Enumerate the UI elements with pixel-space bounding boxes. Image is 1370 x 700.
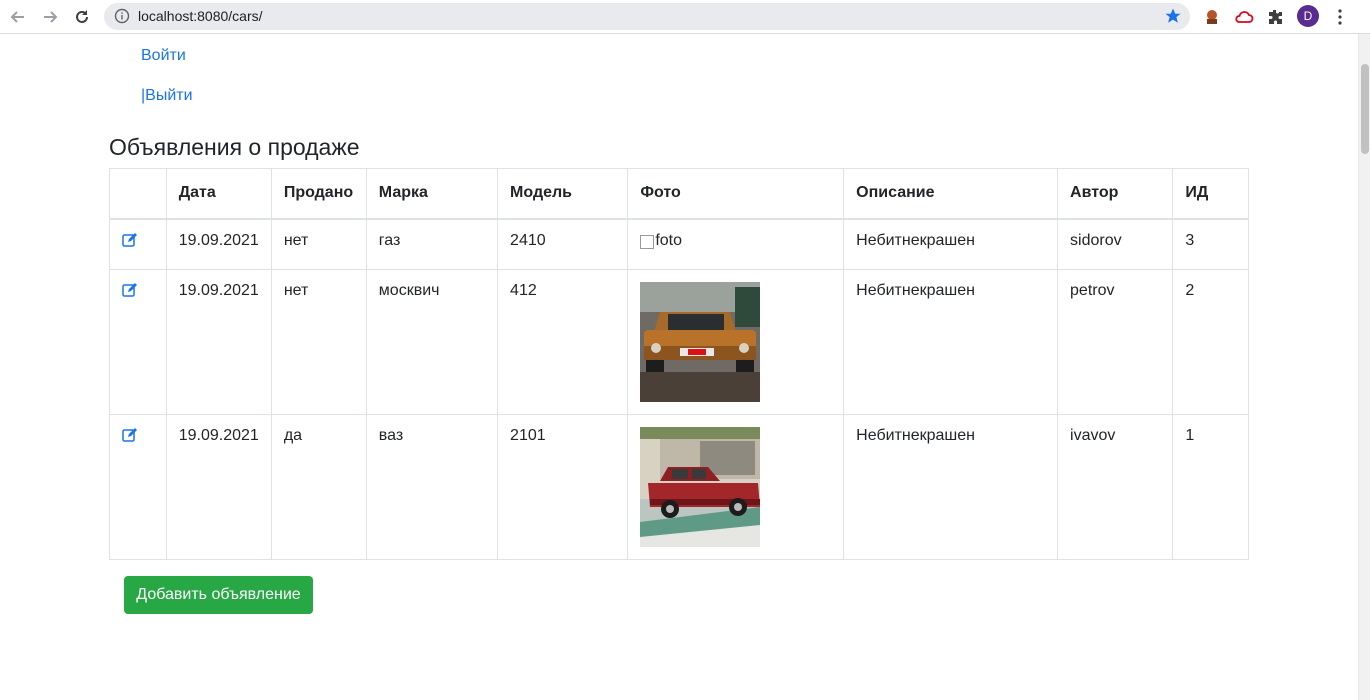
header-brand: Марка <box>365 168 499 220</box>
car-photo-orange <box>640 282 761 402</box>
address-bar[interactable]: localhost:8080/cars/ <box>104 3 1190 30</box>
description-cell: Небитнекрашен <box>843 218 1059 270</box>
model-cell: 2101 <box>497 414 629 560</box>
profile-avatar[interactable]: D <box>1297 5 1319 27</box>
car-photo-red <box>640 427 761 547</box>
extension-character-icon[interactable] <box>1201 6 1223 28</box>
header-author: Автор <box>1057 168 1174 220</box>
photo-cell <box>627 269 845 415</box>
description-cell: Небитнекрашен <box>843 269 1059 415</box>
url-text[interactable]: localhost:8080/cars/ <box>138 8 263 24</box>
sold-cell: нет <box>270 218 367 270</box>
table-header-row: Дата Продано Марка Модель Фото Описание … <box>109 168 1249 220</box>
header-date: Дата <box>165 168 272 220</box>
brand-cell: ваз <box>365 414 499 560</box>
brand-cell: москвич <box>365 269 499 415</box>
edit-icon[interactable] <box>122 427 138 443</box>
logout-link[interactable]: |Выйти <box>141 87 193 105</box>
logout-label[interactable]: Выйти <box>145 87 192 104</box>
photo-alt-text: foto <box>655 231 683 249</box>
scrollbar-thumb[interactable] <box>1361 64 1369 154</box>
edit-cell <box>109 218 167 270</box>
more-menu-icon[interactable] <box>1329 6 1351 28</box>
author-cell: sidorov <box>1057 218 1174 270</box>
info-icon[interactable] <box>114 8 130 24</box>
header-edit <box>109 168 167 220</box>
bookmark-star-icon[interactable] <box>1164 7 1182 25</box>
edit-icon[interactable] <box>122 282 138 298</box>
header-model: Модель <box>497 168 629 220</box>
back-icon[interactable] <box>6 5 30 29</box>
edit-cell <box>109 269 167 415</box>
brand-cell: газ <box>365 218 499 270</box>
page-title: Объявления о продаже <box>109 134 360 160</box>
description-cell: Небитнекрашен <box>843 414 1059 560</box>
table-row: 19.09.2021 нет газ 2410 foto Небитнекраш… <box>109 218 1249 270</box>
author-cell: ivavov <box>1057 414 1174 560</box>
header-id: ИД <box>1172 168 1249 220</box>
reload-icon[interactable] <box>70 5 94 29</box>
header-photo: Фото <box>627 168 845 220</box>
vertical-scrollbar[interactable] <box>1358 34 1370 700</box>
broken-image: foto <box>640 232 682 250</box>
photo-cell <box>627 414 845 560</box>
sold-cell: нет <box>270 269 367 415</box>
cars-table: Дата Продано Марка Модель Фото Описание … <box>109 168 1249 560</box>
extension-cloud-icon[interactable] <box>1233 6 1255 28</box>
login-link[interactable]: Войти <box>141 47 186 65</box>
header-sold: Продано <box>270 168 367 220</box>
model-cell: 2410 <box>497 218 629 270</box>
author-cell: petrov <box>1057 269 1174 415</box>
broken-image-icon <box>640 234 655 249</box>
browser-toolbar: localhost:8080/cars/ D <box>0 0 1370 34</box>
id-cell: 1 <box>1172 414 1249 560</box>
date-cell: 19.09.2021 <box>165 414 272 560</box>
add-listing-button[interactable]: Добавить объявление <box>124 576 313 614</box>
extensions-puzzle-icon[interactable] <box>1264 6 1286 28</box>
edit-icon[interactable] <box>122 232 138 248</box>
edit-cell <box>109 414 167 560</box>
photo-cell: foto <box>627 218 845 270</box>
table-row: 19.09.2021 да ваз 2101 Небитнекрашен iva… <box>109 414 1249 560</box>
id-cell: 2 <box>1172 269 1249 415</box>
forward-icon[interactable] <box>38 5 62 29</box>
header-description: Описание <box>843 168 1059 220</box>
model-cell: 412 <box>497 269 629 415</box>
table-row: 19.09.2021 нет москвич 412 Небитнекрашен… <box>109 269 1249 415</box>
date-cell: 19.09.2021 <box>165 269 272 415</box>
date-cell: 19.09.2021 <box>165 218 272 270</box>
sold-cell: да <box>270 414 367 560</box>
id-cell: 3 <box>1172 218 1249 270</box>
